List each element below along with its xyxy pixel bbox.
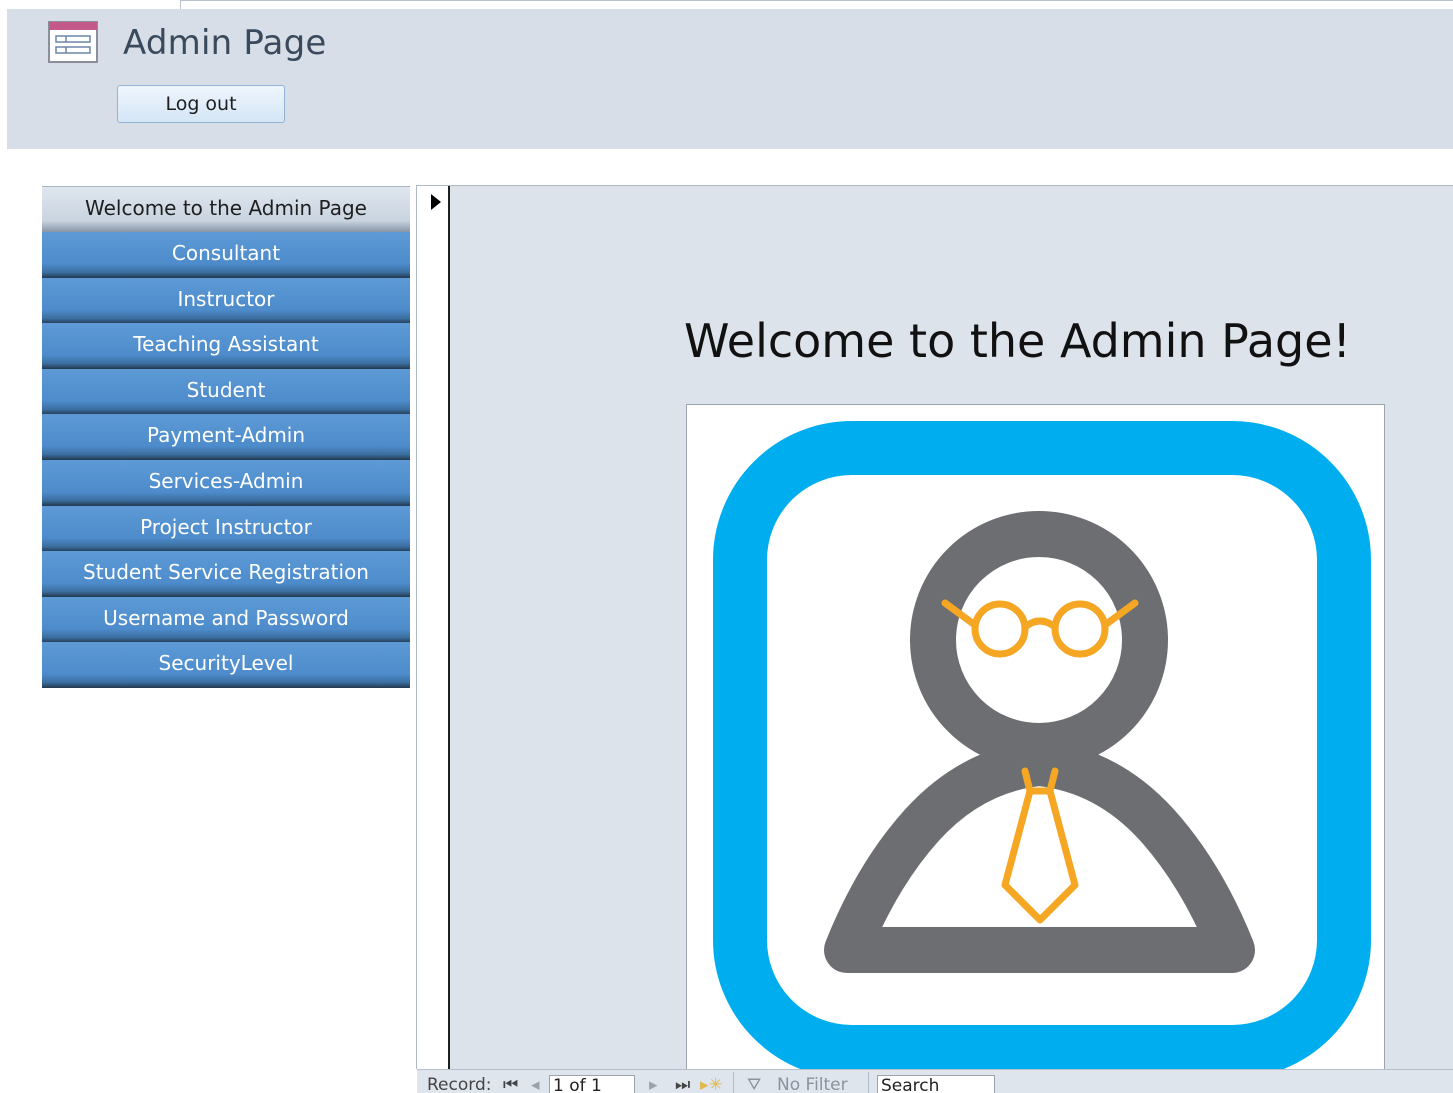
nav-button-payment-admin[interactable]: Payment-Admin	[42, 414, 410, 460]
nav-button-username-password[interactable]: Username and Password	[42, 597, 410, 643]
current-record-field[interactable]: 1 of 1	[549, 1075, 635, 1093]
new-record-icon[interactable]: ▸✳	[700, 1076, 723, 1093]
nav-button-instructor[interactable]: Instructor	[42, 278, 410, 324]
nav-button-teaching-assistant[interactable]: Teaching Assistant	[42, 323, 410, 369]
previous-record-icon[interactable]: ◂	[531, 1076, 540, 1093]
nav-button-student-service-registration[interactable]: Student Service Registration	[42, 551, 410, 597]
filter-icon[interactable]: ⛛	[747, 1076, 761, 1093]
nav-button-welcome[interactable]: Welcome to the Admin Page	[42, 186, 410, 232]
first-record-icon[interactable]: ⏮	[503, 1076, 518, 1093]
current-record-arrow-icon	[431, 194, 441, 210]
record-label: Record:	[427, 1075, 492, 1093]
admin-picture	[686, 404, 1385, 1070]
nav-button-student[interactable]: Student	[42, 369, 410, 415]
nav-button-project-instructor[interactable]: Project Instructor	[42, 506, 410, 552]
nav-button-security-level[interactable]: SecurityLevel	[42, 642, 410, 688]
form-icon	[48, 21, 98, 63]
no-filter-button[interactable]: No Filter	[777, 1076, 848, 1093]
document-tab-edge	[180, 0, 1453, 9]
app-window: Admin Page Log out Welcome to the Admin …	[0, 0, 1453, 1093]
page-title: Admin Page	[123, 23, 327, 63]
search-input[interactable]: Search	[877, 1075, 995, 1093]
subform-container: Welcome to the Admin Page!	[416, 185, 1453, 1070]
form-header: Admin Page Log out	[7, 9, 1453, 149]
admin-person-icon	[713, 421, 1371, 1069]
nav-button-services-admin[interactable]: Services-Admin	[42, 460, 410, 506]
welcome-heading: Welcome to the Admin Page!	[684, 314, 1351, 368]
navigation-menu: Welcome to the Admin Page Consultant Ins…	[42, 186, 410, 688]
record-navigation-bar: Record: ⏮ ◂ 1 of 1 ▸ ⏭ ▸✳ ⛛ No Filter Se…	[417, 1069, 1453, 1093]
record-selector[interactable]	[417, 186, 450, 1069]
nav-button-consultant[interactable]: Consultant	[42, 232, 410, 278]
next-record-icon[interactable]: ▸	[649, 1076, 658, 1093]
last-record-icon[interactable]: ⏭	[675, 1076, 690, 1093]
logout-button[interactable]: Log out	[117, 85, 285, 123]
